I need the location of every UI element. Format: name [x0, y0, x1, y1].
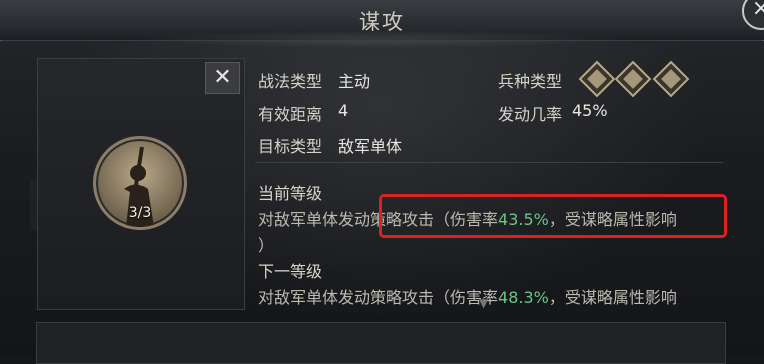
- target-label: 目标类型: [258, 137, 323, 156]
- target-value: 敌军单体: [338, 137, 403, 156]
- skill-type-label: 战法类型: [258, 72, 323, 91]
- next-level-description: 对敌军单体发动策略攻击（伤害率48.3%，受谋略属性影响: [258, 284, 677, 308]
- skill-portrait: 3/3: [93, 136, 187, 230]
- next-level-heading: 下一等级: [258, 262, 323, 281]
- dialog-title: 谋攻: [359, 10, 405, 34]
- divider: [255, 162, 723, 163]
- distance-value: 4: [338, 101, 349, 120]
- troop-type-label: 兵种类型: [498, 72, 563, 91]
- distance-label: 有效距离: [258, 105, 323, 124]
- chevron-down-icon: ▼: [479, 296, 489, 310]
- trigger-rate-label: 发动几率: [498, 105, 563, 124]
- next-text-c: ，受谋略属性影响: [548, 288, 677, 307]
- current-text-a: 对敌军单体发动: [258, 210, 371, 229]
- current-level-heading: 当前等级: [258, 184, 323, 203]
- title-bar: 谋攻: [0, 0, 764, 48]
- highlight-box: [379, 194, 727, 238]
- next-damage-rate: 48.3%: [498, 288, 549, 307]
- skill-level: 3/3: [128, 205, 152, 221]
- current-text-close: ）: [258, 236, 275, 255]
- close-icon: ✕: [213, 65, 232, 90]
- skill-type-value: 主动: [338, 72, 371, 91]
- close-button[interactable]: ✕: [205, 62, 240, 94]
- next-text-a: 对敌军单体发动策略攻击（伤害率: [258, 288, 499, 307]
- trigger-rate-value: 45%: [572, 101, 608, 120]
